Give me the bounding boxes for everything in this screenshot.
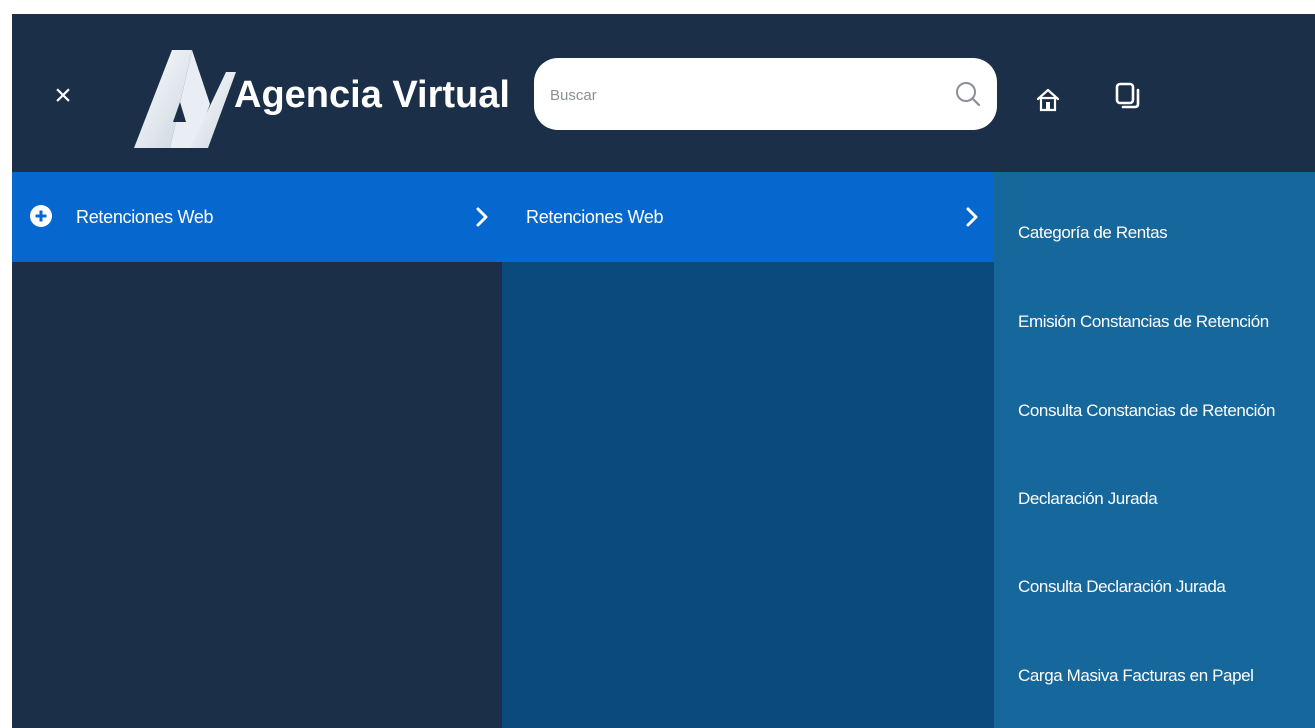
chevron-right-icon [476, 207, 488, 227]
menu-item-label: Retenciones Web [76, 207, 214, 227]
option-label: Consulta Constancias de Retención [1018, 401, 1276, 420]
menu-column-2: Retenciones Web [502, 172, 994, 728]
option-carga-masiva-facturas[interactable]: Carga Masiva Facturas en Papel [994, 651, 1315, 701]
plus-circle-icon [30, 205, 52, 227]
option-declaracion-jurada[interactable]: Declaración Jurada [994, 474, 1315, 524]
option-consulta-constancias[interactable]: Consulta Constancias de Retención [994, 386, 1315, 436]
option-consulta-declaracion-jurada[interactable]: Consulta Declaración Jurada [994, 562, 1315, 612]
option-emision-constancias[interactable]: Emisión Constancias de Retención [994, 297, 1315, 347]
top-header: × Agencia Virtual [12, 14, 1315, 172]
chevron-right-icon [966, 207, 978, 227]
search-input[interactable] [548, 78, 932, 112]
menu-item-retenciones-web[interactable]: Retenciones Web [12, 172, 502, 262]
search-box [534, 58, 997, 130]
menu-column-3: Categoría de Rentas Emisión Constancias … [994, 172, 1315, 728]
menu-column-1: Retenciones Web [12, 172, 502, 728]
option-label: Categoría de Rentas [1018, 223, 1168, 242]
app-frame: × Agencia Virtual Buscar Retenciones Web… [12, 14, 1315, 728]
option-label: Emisión Constancias de Retención [1018, 312, 1269, 331]
submenu-item-label: Retenciones Web [526, 207, 664, 227]
search-icon[interactable] [953, 79, 983, 109]
agencia-virtual-logo [134, 50, 236, 148]
option-label: Declaración Jurada [1018, 489, 1158, 508]
option-label: Carga Masiva Facturas en Papel [1018, 666, 1254, 685]
brand-title: Agencia Virtual [234, 74, 510, 116]
copy-icon[interactable] [1115, 82, 1141, 110]
submenu-item-retenciones-web[interactable]: Retenciones Web [502, 172, 994, 262]
option-categoria-de-rentas[interactable]: Categoría de Rentas [994, 208, 1315, 258]
home-icon[interactable] [1036, 88, 1060, 112]
option-label: Consulta Declaración Jurada [1018, 577, 1226, 596]
close-menu-button[interactable]: × [48, 78, 78, 114]
